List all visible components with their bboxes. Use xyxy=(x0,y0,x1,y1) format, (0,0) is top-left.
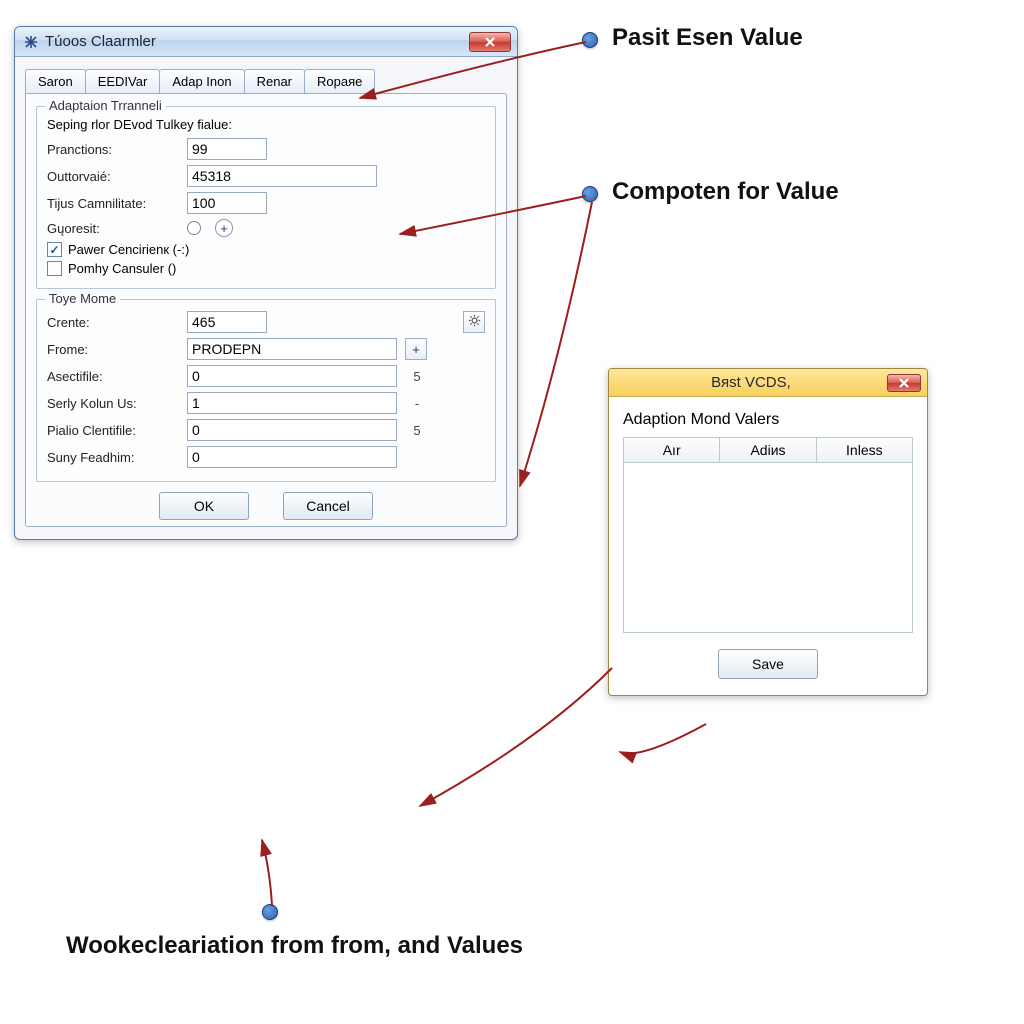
guoresit-radio-1[interactable] xyxy=(187,221,201,235)
pawer-checkbox[interactable]: ✓ xyxy=(47,242,62,257)
guoresit-label: Gųoresit: xyxy=(47,221,187,236)
crente-input[interactable] xyxy=(187,311,267,333)
callout-3: Wookecleariation from from, and Values xyxy=(66,932,523,960)
gear-icon xyxy=(468,314,481,330)
callout-3-dot xyxy=(262,904,278,920)
crente-label: Crente: xyxy=(47,315,187,330)
pranctions-label: Pranctions: xyxy=(47,142,187,157)
frome-plus-button[interactable]: + xyxy=(405,338,427,360)
col-adins[interactable]: Adiиs xyxy=(720,438,816,462)
table-header: Aır Adiиs Inleѕs xyxy=(623,437,913,463)
secondary-titlebar: Вяst VCDS, xyxy=(609,369,927,397)
asectifile-label: Asectifile: xyxy=(47,369,187,384)
outtorvale-input[interactable] xyxy=(187,165,377,187)
tab-ropane[interactable]: Roраяе xyxy=(304,69,375,93)
pialio-input[interactable] xyxy=(187,419,397,441)
tijus-input[interactable] xyxy=(187,192,267,214)
ok-button[interactable]: OK xyxy=(159,492,249,520)
group-toye-legend: Toye Mome xyxy=(45,291,120,306)
group-adaptation-legend: Adaptaion Trranneli xyxy=(45,98,166,113)
pomhy-checkbox-label: Pomhy Cansuler () xyxy=(68,261,176,276)
group-adaptation-subtitle: Seping rlor DEvod Tulkey fialue: xyxy=(47,117,485,132)
titlebar: Túoos Claarmler xyxy=(15,27,517,57)
tijus-label: Tijus Camnilitate: xyxy=(47,196,187,211)
pialio-label: Pialio Clentifile: xyxy=(47,423,187,438)
col-inless[interactable]: Inleѕs xyxy=(817,438,912,462)
close-button[interactable] xyxy=(469,32,511,52)
secondary-heading: Adaption Mond Valers xyxy=(623,411,913,429)
serly-input[interactable] xyxy=(187,392,397,414)
callout-1-dot xyxy=(582,32,598,48)
pomhy-checkbox[interactable] xyxy=(47,261,62,276)
secondary-dialog: Вяst VCDS, Adaption Mond Valers Aır Adiи… xyxy=(608,368,928,696)
tab-eedivar[interactable]: EEDIVar xyxy=(85,69,161,93)
callout-2: Compoten for Value xyxy=(612,178,839,206)
crente-gear-button[interactable] xyxy=(463,311,485,333)
table-body[interactable] xyxy=(623,463,913,633)
window-title: Túoos Claarmler xyxy=(45,33,469,50)
secondary-close-button[interactable] xyxy=(887,374,921,392)
save-button[interactable]: Save xyxy=(718,649,818,679)
serly-suffix: - xyxy=(405,396,429,411)
frome-input[interactable] xyxy=(187,338,397,360)
frome-label: Frome: xyxy=(47,342,187,357)
outtorvale-label: Outtorvaié: xyxy=(47,169,187,184)
callout-1: Pasit Esen Value xyxy=(612,24,803,52)
suny-input[interactable] xyxy=(187,446,397,468)
tab-adapinon[interactable]: Adap Inon xyxy=(159,69,244,93)
tab-renar[interactable]: Renar xyxy=(244,69,305,93)
pialio-suffix: 5 xyxy=(405,423,429,438)
group-toye: Toye Mome Crente: Frome: + xyxy=(36,299,496,482)
plus-icon: + xyxy=(412,342,420,357)
tab-strip: Saron EEDIVar Adap Inon Renar Roраяе xyxy=(25,69,507,93)
suny-label: Suny Feadhim: xyxy=(47,450,187,465)
cancel-button[interactable]: Cancel xyxy=(283,492,373,520)
group-adaptation: Adaptaion Trranneli Seping rlor DEvod Tu… xyxy=(36,106,496,289)
secondary-title: Вяst VCDS, xyxy=(615,374,887,391)
tab-saron[interactable]: Saron xyxy=(25,69,86,93)
serly-label: Serly Kolun Us: xyxy=(47,396,187,411)
main-dialog: Túoos Claarmler Saron EEDIVar Adap Inon … xyxy=(14,26,518,540)
callout-2-dot xyxy=(582,186,598,202)
asectifile-input[interactable] xyxy=(187,365,397,387)
asectifile-suffix: 5 xyxy=(405,369,429,384)
guoresit-plus-button[interactable]: + xyxy=(215,219,233,237)
col-air[interactable]: Aır xyxy=(624,438,720,462)
pawer-checkbox-label: Pawer Cencirienк (-:) xyxy=(68,242,189,257)
pranctions-input[interactable] xyxy=(187,138,267,160)
app-icon xyxy=(23,34,39,50)
